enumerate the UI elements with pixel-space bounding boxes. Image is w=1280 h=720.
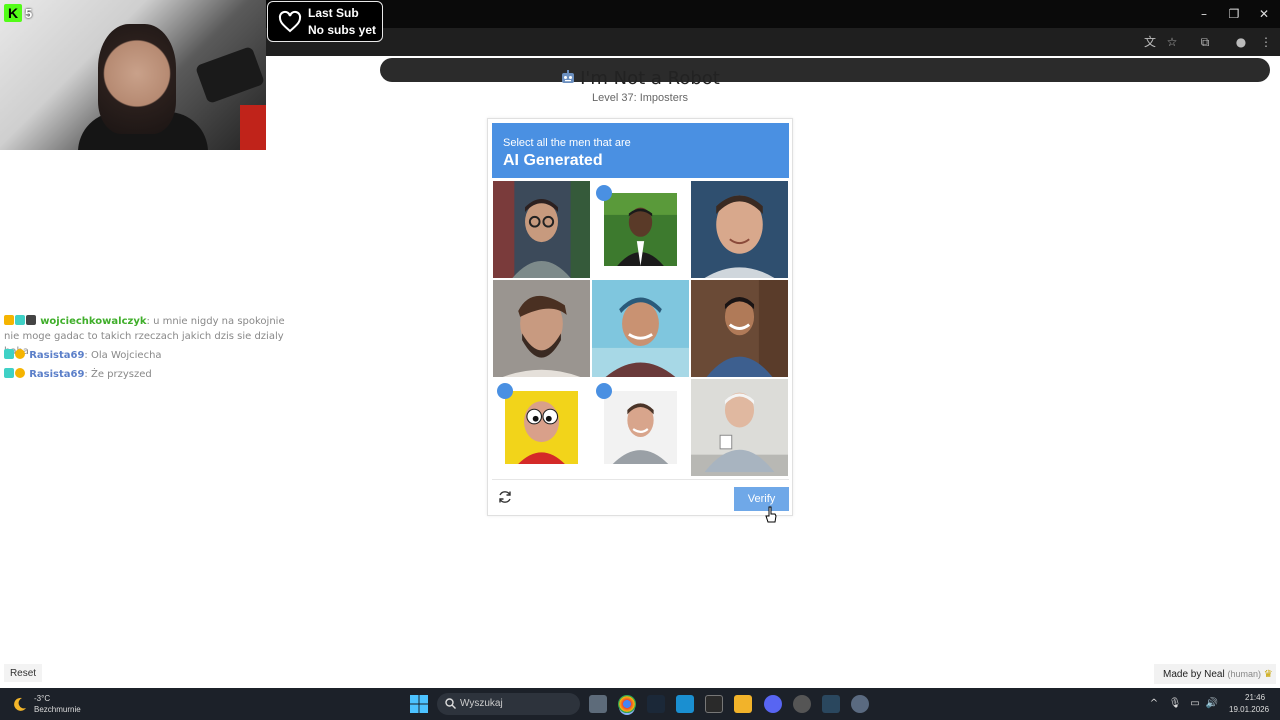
- chat-message: Rasista69: Że przyszed: [4, 367, 152, 382]
- volume-icon[interactable]: 🔊: [1205, 697, 1219, 711]
- search-icon: [445, 698, 456, 709]
- captcha-tile[interactable]: [592, 280, 689, 377]
- captcha-tile[interactable]: [592, 181, 689, 278]
- checkmark-icon: [596, 383, 612, 399]
- chat-username[interactable]: wojciechkowalczyk: [40, 316, 146, 327]
- crown-badge-icon: [4, 315, 14, 325]
- discord-icon[interactable]: [764, 695, 782, 713]
- checkmark-icon: [497, 383, 513, 399]
- viewer-badge: K 5: [4, 4, 32, 22]
- profile-avatar-icon[interactable]: ●: [1232, 33, 1250, 51]
- checkmark-icon: [596, 185, 612, 201]
- rockstar-icon[interactable]: [734, 695, 752, 713]
- chair-back: [240, 105, 266, 150]
- clock-date[interactable]: 19.01.2026: [1229, 705, 1269, 714]
- captcha-tile[interactable]: [691, 379, 788, 476]
- captcha-tile[interactable]: [592, 379, 689, 476]
- man-in-cap-image: [592, 280, 689, 377]
- captcha-tile[interactable]: [493, 280, 590, 377]
- steam-icon[interactable]: [647, 695, 665, 713]
- remote-desktop-icon[interactable]: [676, 695, 694, 713]
- network-icon[interactable]: ▭: [1188, 697, 1202, 711]
- sync-app-icon[interactable]: [793, 695, 811, 713]
- kick-logo-icon: K: [4, 4, 22, 22]
- weather-temperature: -3°C: [34, 694, 51, 703]
- captcha-tile[interactable]: [493, 379, 590, 476]
- weather-description: Bezchmurnie: [34, 705, 81, 714]
- heart-icon: [278, 10, 302, 33]
- captcha-prompt: Select all the men that are: [503, 137, 631, 149]
- microphone-icon[interactable]: 🎙: [1168, 697, 1182, 711]
- googly-eyes-man-image: [505, 391, 578, 464]
- file-explorer-icon[interactable]: [589, 695, 607, 713]
- page-title: I'm Not a Robot: [0, 68, 1280, 89]
- chat-username[interactable]: Rasista69: [29, 369, 84, 380]
- captcha-header: Select all the men that are AI Generated: [492, 123, 789, 178]
- chrome-icon[interactable]: [618, 695, 636, 713]
- sub-badge-icon: [4, 368, 14, 378]
- epic-games-icon[interactable]: [705, 695, 723, 713]
- refresh-icon[interactable]: [497, 489, 513, 505]
- moon-weather-icon[interactable]: [12, 696, 28, 712]
- hat-badge-icon: [26, 315, 36, 325]
- captcha-target: AI Generated: [503, 152, 603, 169]
- tray-overflow-icon[interactable]: ^: [1147, 697, 1161, 711]
- captcha-tile[interactable]: [691, 181, 788, 278]
- windows-taskbar: -3°C Bezchmurnie Wyszukaj ^ 🎙 ▭ 🔊 21:46 …: [0, 688, 1280, 720]
- sub-badge-icon: [4, 349, 14, 359]
- steam-client-icon[interactable]: [822, 695, 840, 713]
- chat-text: Ola Wojciecha: [90, 350, 162, 361]
- taskbar-search[interactable]: Wyszukaj: [437, 693, 580, 715]
- translate-icon[interactable]: 文: [1141, 33, 1159, 51]
- verify-button[interactable]: Verify: [734, 487, 789, 511]
- made-by-credit[interactable]: Made by Neal (human) ♛: [1154, 664, 1276, 684]
- coin-badge-icon: [15, 368, 25, 378]
- menu-dots-icon[interactable]: ⋮: [1257, 33, 1275, 51]
- coin-badge-icon: [15, 349, 25, 359]
- restore-icon[interactable]: ❐: [1223, 5, 1245, 23]
- close-icon[interactable]: ✕: [1253, 5, 1275, 23]
- extensions-icon[interactable]: ⧉: [1196, 33, 1214, 51]
- man-in-suit-image: [604, 193, 677, 266]
- robot-icon: [562, 70, 575, 83]
- made-by-note: (human): [1227, 669, 1261, 679]
- man-in-grey-tee-image: [604, 391, 677, 464]
- man-smiling-image: [691, 181, 788, 278]
- captcha-tile[interactable]: [691, 280, 788, 377]
- level-subtitle: Level 37: Imposters: [592, 92, 688, 104]
- chat-username[interactable]: Rasista69: [29, 350, 84, 361]
- last-sub-title: Last Sub: [308, 6, 359, 20]
- minimize-icon[interactable]: –: [1193, 5, 1215, 23]
- hand-cursor-icon: [765, 506, 777, 523]
- chat-message: Rasista69: Ola Wojciecha: [4, 348, 162, 363]
- search-placeholder: Wyszukaj: [460, 698, 503, 709]
- viewer-count: 5: [25, 5, 33, 21]
- last-sub-value: No subs yet: [308, 23, 377, 37]
- divider: [492, 479, 789, 480]
- reset-button[interactable]: Reset: [4, 664, 42, 682]
- bookmark-star-icon[interactable]: ☆: [1163, 33, 1181, 51]
- sub-badge-icon: [15, 315, 25, 325]
- page-title-text: I'm Not a Robot: [580, 68, 720, 89]
- windows-start-icon[interactable]: [410, 695, 428, 713]
- captcha-widget: Select all the men that are AI Generated: [487, 118, 793, 516]
- bearded-man-image: [493, 280, 590, 377]
- settings-gear-icon[interactable]: [851, 695, 869, 713]
- old-man-with-mug-image: [691, 379, 788, 476]
- man-in-denim-jacket-image: [691, 280, 788, 377]
- chat-text: Że przyszed: [90, 369, 152, 380]
- last-sub-widget: Last Sub No subs yet: [267, 1, 383, 42]
- man-with-glasses-image: [493, 181, 590, 278]
- captcha-tile[interactable]: [493, 181, 590, 278]
- clock-time[interactable]: 21:46: [1245, 693, 1265, 702]
- made-by-text: Made by Neal: [1163, 669, 1225, 680]
- trophy-icon: ♛: [1263, 669, 1273, 680]
